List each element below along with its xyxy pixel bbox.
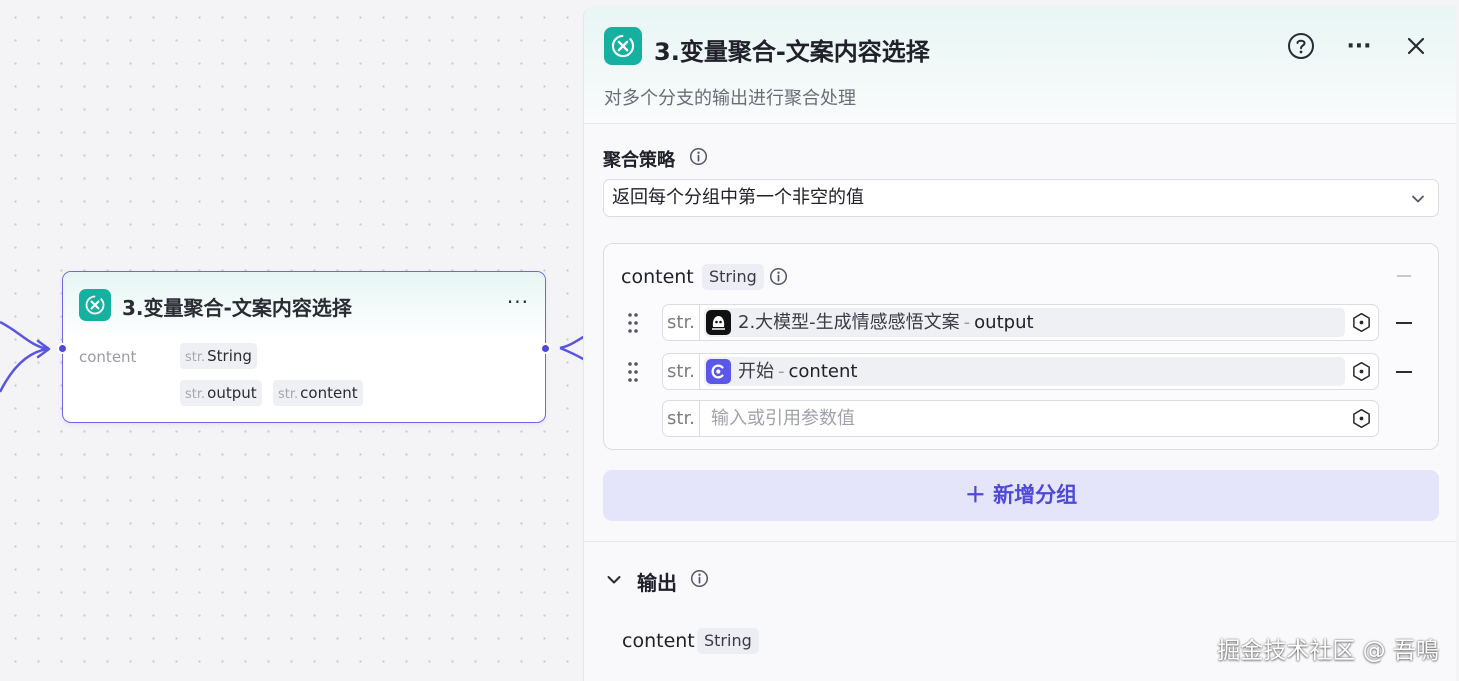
variable-icon[interactable] [1351,361,1372,382]
group-name[interactable]: content [621,266,694,288]
info-icon[interactable] [690,569,709,588]
aggregate-var-row-2[interactable]: str. 开始 - content [662,353,1379,390]
variable-aggregate-icon [604,27,642,65]
strategy-label: 聚合策略 [603,150,675,171]
panel-description: 对多个分支的输出进行聚合处理 [604,88,856,109]
type-prefix: str. [663,401,700,436]
remove-row-button[interactable] [1396,322,1412,324]
group-type-tag: String [702,264,764,290]
type-prefix: str. [278,387,299,402]
outgoing-edge-lower [559,346,586,362]
variable-reference-2[interactable]: 开始 - content [704,357,1345,386]
ref-node-name: 开始 [738,361,774,382]
type-value: String [207,347,252,365]
aggregate-node-card[interactable]: 3.变量聚合-文案内容选择 ··· content str. String str… [57,271,551,423]
type-prefix: str. [185,387,206,402]
section-divider [584,541,1457,542]
watermark: 掘金技术社区 @ 吾鳴 [1217,638,1439,664]
panel-title: 3.变量聚合-文案内容选择 [654,38,930,66]
drag-handle-icon[interactable] [626,311,640,335]
node-title: 3.变量聚合-文案内容选择 [122,296,352,320]
close-icon[interactable] [1401,31,1431,61]
node-header: 3.变量聚合-文案内容选择 ··· [63,272,545,340]
start-node-icon [706,359,731,384]
output-var-name: content [622,630,695,652]
node-more-icon[interactable]: ··· [507,290,529,314]
strategy-select[interactable]: 返回每个分组中第一个非空的值 [603,179,1439,217]
node-output-label: content [79,348,137,366]
aggregate-var-input-empty[interactable]: str. 输入或引用参数值 [662,400,1379,437]
node-var-chip-output: str. output [180,380,262,406]
chevron-down-icon [1412,195,1424,203]
node-output-port[interactable] [540,343,551,354]
chevron-down-icon[interactable] [605,571,623,589]
llm-node-icon [706,310,731,335]
ref-separator: - [778,361,785,382]
info-icon[interactable] [769,267,788,286]
ref-field-name: output [974,312,1034,333]
node-config-panel: 3.变量聚合-文案内容选择 ··· 对多个分支的输出进行聚合处理 聚合策略 返回… [583,7,1457,681]
info-icon[interactable] [689,147,708,166]
aggregate-group: content String str. 2.大模型-生成情感感悟文案 - out… [603,243,1439,450]
ref-field-name: content [788,361,858,382]
node-input-port[interactable] [57,343,68,354]
var-name: output [207,384,257,402]
add-group-button[interactable]: ＋ 新增分组 [603,470,1439,521]
node-type-chip: str. String [180,343,257,369]
drag-handle-icon[interactable] [626,360,640,384]
variable-icon[interactable] [1351,408,1372,429]
remove-row-button[interactable] [1396,371,1412,373]
collapse-group-button[interactable] [1397,275,1411,277]
var-input-placeholder[interactable]: 输入或引用参数值 [711,401,855,436]
more-icon[interactable]: ··· [1344,31,1374,61]
aggregate-var-row-1[interactable]: str. 2.大模型-生成情感感悟文案 - output [662,304,1379,341]
panel-header: 3.变量聚合-文案内容选择 ··· 对多个分支的输出进行聚合处理 [584,7,1456,124]
type-prefix: str. [185,350,206,365]
output-section-label[interactable]: 输出 [637,567,677,596]
variable-reference-1[interactable]: 2.大模型-生成情感感悟文案 - output [704,308,1345,337]
variable-icon[interactable] [1351,312,1372,333]
strategy-value: 返回每个分组中第一个非空的值 [612,187,864,208]
output-type-tag: String [697,628,759,654]
type-prefix: str. [663,354,700,389]
var-name: content [300,384,358,402]
type-prefix: str. [663,305,700,340]
ref-node-name: 2.大模型-生成情感感悟文案 [738,312,960,333]
ref-separator: - [963,312,971,333]
outgoing-edge [559,334,586,350]
incoming-edge-top [0,320,49,351]
variable-aggregate-icon [79,289,111,321]
help-icon[interactable] [1286,31,1316,61]
node-var-chip-content: str. content [273,380,363,406]
